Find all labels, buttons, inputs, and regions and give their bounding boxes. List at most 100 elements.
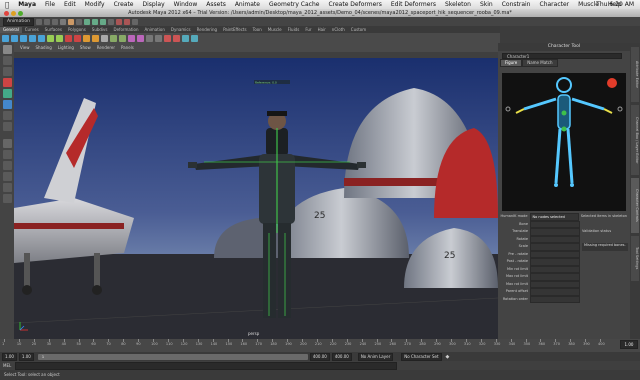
tab-attribute-editor[interactable]: Attribute Editor bbox=[631, 47, 639, 102]
rotation-order-value[interactable] bbox=[530, 295, 580, 303]
manipulator-icon[interactable] bbox=[2, 111, 12, 120]
tab-channel-box[interactable]: Channel Box / Layer Editor bbox=[631, 105, 639, 175]
current-frame-field[interactable]: 1.00 bbox=[620, 340, 638, 349]
menu-file[interactable]: File bbox=[45, 1, 55, 8]
save-scene-icon[interactable] bbox=[51, 18, 58, 25]
move-tool-icon[interactable] bbox=[2, 78, 12, 87]
shelf-outliner-icon[interactable] bbox=[191, 34, 198, 42]
perspective-viewport[interactable]: 25 25 Reference: 0.0 persp bbox=[14, 58, 498, 339]
open-scene-icon[interactable] bbox=[43, 18, 50, 25]
shelf-freeze-icon[interactable] bbox=[155, 34, 162, 42]
shelf-cube-icon[interactable] bbox=[11, 34, 18, 42]
menu-display[interactable]: Display bbox=[143, 1, 165, 8]
render-icon[interactable] bbox=[115, 18, 122, 25]
select-tool-icon[interactable] bbox=[2, 45, 12, 54]
menu-create-deformers[interactable]: Create Deformers bbox=[328, 1, 381, 8]
snap-curve-icon[interactable] bbox=[91, 18, 98, 25]
rotate-tool-icon[interactable] bbox=[2, 89, 12, 98]
single-pane-layout-icon[interactable] bbox=[2, 139, 12, 148]
max-rot-limit-value[interactable] bbox=[530, 273, 580, 281]
key-icon[interactable]: ◆ bbox=[446, 354, 450, 360]
animation-start-field[interactable]: 1.00 bbox=[2, 352, 17, 361]
shelf-history-icon[interactable] bbox=[146, 34, 153, 42]
four-pane-layout-icon[interactable] bbox=[2, 150, 12, 159]
select-object-icon[interactable] bbox=[67, 18, 74, 25]
playback-start-field[interactable]: 1.00 bbox=[18, 352, 34, 361]
character-set-dropdown[interactable]: No Character Set bbox=[401, 352, 442, 361]
panel-menu-show[interactable]: Show bbox=[80, 45, 91, 50]
panel-menu-shading[interactable]: Shading bbox=[36, 45, 52, 50]
playback-end-field[interactable]: 400.00 bbox=[309, 352, 330, 361]
parent-offset-value[interactable] bbox=[530, 288, 580, 296]
panel-menu-lighting[interactable]: Lighting bbox=[58, 45, 74, 50]
rotate-value[interactable] bbox=[530, 235, 580, 243]
menu-window[interactable]: Window bbox=[174, 1, 198, 8]
scale-value[interactable] bbox=[530, 243, 580, 251]
shelf-curve-icon[interactable] bbox=[47, 34, 54, 42]
shelf-plane-icon[interactable] bbox=[38, 34, 45, 42]
new-scene-icon[interactable] bbox=[35, 18, 42, 25]
close-window-icon[interactable] bbox=[4, 10, 9, 16]
menubar-clock[interactable]: Thu 6:20 AM bbox=[596, 1, 634, 8]
ipr-render-icon[interactable] bbox=[123, 18, 130, 25]
menu-character[interactable]: Character bbox=[540, 1, 570, 8]
shelf-ungroup-icon[interactable] bbox=[119, 34, 126, 42]
shelf-render-icon[interactable] bbox=[164, 34, 171, 42]
translate-value[interactable] bbox=[530, 228, 580, 236]
menu-animate[interactable]: Animate bbox=[235, 1, 260, 8]
minimize-window-icon[interactable] bbox=[11, 10, 16, 16]
hypershade-layout-icon[interactable] bbox=[2, 183, 12, 192]
anim-layer-dropdown[interactable]: No Anim Layer bbox=[357, 352, 394, 361]
snap-grid-icon[interactable] bbox=[83, 18, 90, 25]
shelf-light-icon[interactable] bbox=[83, 34, 90, 42]
shelf-parent-icon[interactable] bbox=[128, 34, 135, 42]
bone-value[interactable] bbox=[530, 220, 580, 228]
select-hierarchy-icon[interactable] bbox=[59, 18, 66, 25]
menu-set-dropdown[interactable]: Animation bbox=[3, 17, 34, 26]
tab-tool-settings[interactable]: Tool Settings bbox=[631, 236, 639, 281]
menu-edit[interactable]: Edit bbox=[64, 1, 76, 8]
apple-icon[interactable]:  bbox=[5, 1, 9, 9]
shelf-ipr-icon[interactable] bbox=[173, 34, 180, 42]
lasso-tool-icon[interactable] bbox=[2, 56, 12, 65]
menu-modify[interactable]: Modify bbox=[85, 1, 105, 8]
shelf-group-icon[interactable] bbox=[110, 34, 117, 42]
range-bar[interactable]: 1 bbox=[37, 353, 308, 360]
menu-assets[interactable]: Assets bbox=[206, 1, 226, 8]
mel-input[interactable] bbox=[15, 361, 398, 370]
last-tool-icon[interactable] bbox=[2, 122, 12, 131]
mel-label[interactable]: MEL bbox=[3, 363, 11, 368]
paint-select-icon[interactable] bbox=[2, 67, 12, 76]
pre-rotate-value[interactable] bbox=[530, 250, 580, 258]
history-icon[interactable] bbox=[107, 18, 114, 25]
menu-create[interactable]: Create bbox=[114, 1, 134, 8]
render-settings-icon[interactable] bbox=[131, 18, 138, 25]
panel-menu-renderer[interactable]: Renderer bbox=[97, 45, 115, 50]
persp-graph-layout-icon[interactable] bbox=[2, 172, 12, 181]
humanik-figure-view[interactable] bbox=[502, 73, 626, 211]
max-rot-limit-value-2[interactable] bbox=[530, 280, 580, 288]
menu-skin[interactable]: Skin bbox=[480, 1, 493, 8]
persp-outliner-layout-icon[interactable] bbox=[2, 161, 12, 170]
outliner-icon[interactable] bbox=[2, 194, 12, 203]
shelf-cone-icon[interactable] bbox=[29, 34, 36, 42]
shelf-hypershade-icon[interactable] bbox=[182, 34, 189, 42]
menu-app-name[interactable]: Maya bbox=[18, 1, 36, 8]
shelf-spot-light-icon[interactable] bbox=[92, 34, 99, 42]
shelf-joint-icon[interactable] bbox=[65, 34, 72, 42]
animation-end-field[interactable]: 400.00 bbox=[331, 352, 352, 361]
panel-menu-view[interactable]: View bbox=[20, 45, 30, 50]
tab-character-controls[interactable]: Character Controls bbox=[631, 178, 639, 233]
tab-figure[interactable]: Figure bbox=[500, 59, 523, 67]
panel-menu-panels[interactable]: Panels bbox=[121, 45, 134, 50]
shelf-ik-icon[interactable] bbox=[74, 34, 81, 42]
select-component-icon[interactable] bbox=[75, 18, 82, 25]
snap-point-icon[interactable] bbox=[99, 18, 106, 25]
scale-tool-icon[interactable] bbox=[2, 100, 12, 109]
shelf-camera-icon[interactable] bbox=[101, 34, 108, 42]
post-rotate-value[interactable] bbox=[530, 258, 580, 266]
shelf-cylinder-icon[interactable] bbox=[20, 34, 27, 42]
min-rot-limit-value[interactable] bbox=[530, 265, 580, 273]
shelf-sphere-icon[interactable] bbox=[2, 34, 9, 42]
time-slider[interactable]: 1 10 20 30 40 50 60 70 80 90 100 110 120 130 140 150 160… bbox=[0, 339, 640, 352]
